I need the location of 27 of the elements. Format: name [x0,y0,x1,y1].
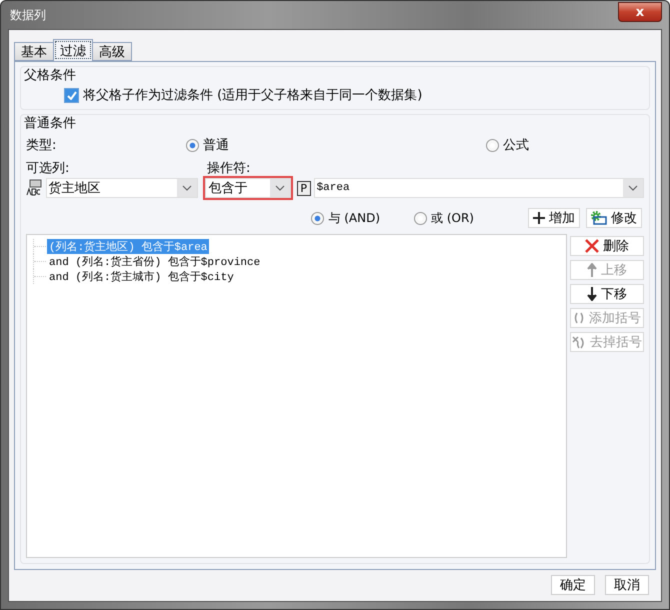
delete-button[interactable]: 删除 [570,236,644,256]
tab[interactable]: 过滤 [53,39,93,61]
add-button[interactable]: 增加 [528,208,580,228]
condition-item[interactable]: and (列名:货主省份) 包含于$province [47,254,262,269]
checkbox-label: 将父格子作为过滤条件 (适用于父子格来自于同一个数据集) [83,87,422,104]
radio-label: 与 (AND) [328,210,380,226]
ok-button[interactable]: 确定 [551,575,595,595]
cancel-button[interactable]: 取消 [605,575,649,595]
group-title: 父格条件 [24,67,77,84]
parameter-button[interactable]: P [296,180,311,196]
column-label: 可选列: [26,160,70,177]
close-button[interactable]: x [618,2,662,22]
group-title: 普通条件 [24,114,77,132]
tab[interactable]: 高级 [92,42,132,61]
type-label: 类型: [26,137,58,154]
window-title: 数据列 [9,6,46,24]
radio-label: 普通 [203,136,229,154]
operator-label: 操作符: [207,160,250,177]
column-dropdown[interactable]: 货主地区 [46,178,198,198]
edit-button[interactable]: 修改 [586,208,642,228]
tab[interactable]: 基本 [14,42,54,61]
down-button[interactable]: 下移 [570,284,644,304]
operator-dropdown[interactable]: 包含于 [205,178,291,198]
value-field[interactable]: $area [314,178,644,198]
radio-label: 或 (OR) [431,210,474,226]
radio-label: 公式 [503,137,529,154]
condition-item[interactable]: and (列名:货主城市) 包含于$city [47,269,236,284]
